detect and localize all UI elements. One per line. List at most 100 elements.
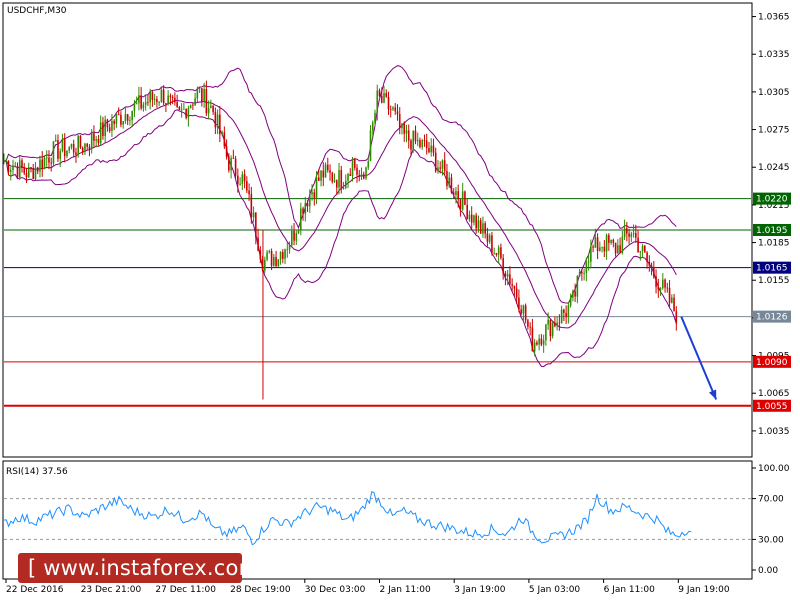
candle-body	[410, 140, 412, 150]
level-label: 1.0055	[756, 402, 788, 412]
candle-body	[77, 135, 80, 155]
candle-body	[344, 180, 347, 188]
candle-body	[338, 170, 340, 188]
candle-body	[581, 271, 583, 274]
time-tick-label: 5 Jan 03:00	[529, 585, 581, 595]
candle-body	[214, 111, 217, 128]
candle-body	[599, 247, 601, 251]
candle-body	[252, 212, 255, 218]
candle-body	[34, 167, 37, 180]
candle-body	[138, 95, 140, 104]
candle-body	[432, 145, 435, 153]
candle-body	[655, 276, 657, 287]
candle-body	[459, 199, 462, 210]
candle-body	[32, 168, 35, 180]
candle-body	[383, 93, 385, 103]
candle-body	[520, 309, 522, 314]
candle-body	[659, 287, 662, 290]
rsi-axis: 100.00 70.00 30.00 0.00	[752, 464, 790, 576]
candle-body	[594, 237, 597, 248]
candle-body	[493, 253, 495, 254]
candle-body	[284, 249, 286, 259]
main-panel: USDCHF,M30 1.0365 1.0335 1.0305 1.0275 1.024…	[2, 2, 791, 458]
candle-body	[308, 194, 311, 207]
candle-body	[187, 108, 190, 118]
candle-body	[333, 180, 336, 182]
candle-body	[407, 130, 410, 141]
candle-body	[153, 99, 156, 100]
candle-body	[349, 174, 352, 176]
candle-body	[630, 233, 633, 237]
candle-body	[207, 108, 210, 114]
candle-body	[416, 140, 419, 142]
candle-body	[619, 245, 621, 253]
candle-body	[621, 236, 624, 253]
candle-body	[536, 342, 538, 345]
candle-body	[632, 233, 635, 234]
time-tick-label: 27 Dec 11:00	[155, 585, 216, 595]
candle-body	[178, 107, 181, 111]
candle-body	[75, 152, 77, 155]
time-tick-label: 30 Dec 03:00	[305, 585, 366, 595]
candle-body	[452, 192, 455, 196]
candle-body	[212, 105, 214, 112]
candle-body	[617, 245, 619, 254]
candle-body	[563, 309, 565, 313]
candle-body	[362, 174, 365, 179]
price-tick-label: 1.0245	[758, 163, 790, 173]
candle-body	[497, 247, 500, 255]
candle-body	[232, 158, 235, 159]
candle-body	[529, 326, 531, 328]
candle-body	[637, 237, 639, 253]
candle-body	[369, 130, 372, 162]
candle-body	[192, 104, 194, 106]
candle-body	[270, 250, 273, 266]
candle-body	[219, 114, 221, 135]
level-label: 1.0220	[756, 195, 788, 205]
candle-body	[315, 177, 318, 198]
candle-body	[578, 271, 581, 277]
candle-body	[403, 123, 406, 134]
candle-body	[488, 235, 491, 242]
candle-body	[142, 104, 145, 109]
candle-body	[255, 212, 257, 238]
candle-body	[286, 249, 289, 251]
candle-body	[509, 274, 511, 285]
candle-body	[124, 114, 127, 121]
candle-body	[183, 108, 185, 110]
candle-body	[54, 139, 57, 142]
candle-body	[266, 252, 268, 260]
candle-body	[360, 174, 363, 177]
candle-body	[419, 140, 421, 148]
candle-body	[572, 291, 574, 298]
candle-body	[250, 194, 253, 218]
candle-body	[129, 120, 131, 122]
candle-body	[268, 250, 271, 253]
candle-body	[455, 191, 457, 196]
candle-body	[549, 319, 552, 337]
candle-body	[326, 164, 329, 171]
time-tick-label: 22 Dec 2016	[6, 585, 64, 595]
candle-body	[601, 246, 603, 248]
candle-body	[246, 181, 248, 191]
candle-body	[675, 311, 678, 324]
price-tick-label: 1.0155	[758, 276, 790, 286]
candle-body	[448, 177, 451, 186]
candle-body	[320, 170, 322, 181]
candle-body	[291, 231, 293, 246]
candle-body	[398, 114, 401, 129]
candle-body	[583, 273, 585, 274]
candle-body	[484, 223, 486, 234]
candle-body	[491, 235, 493, 254]
candle-body	[36, 167, 39, 172]
time-tick-label: 2 Jan 11:00	[380, 585, 432, 595]
candle-body	[527, 320, 529, 327]
candle-body	[293, 231, 295, 241]
candle-body	[117, 114, 120, 115]
candle-body	[646, 252, 648, 262]
candle-body	[461, 191, 464, 210]
candle-body	[590, 246, 592, 262]
candle-body	[68, 147, 71, 151]
candle-body	[165, 103, 167, 104]
candle-body	[324, 164, 327, 178]
